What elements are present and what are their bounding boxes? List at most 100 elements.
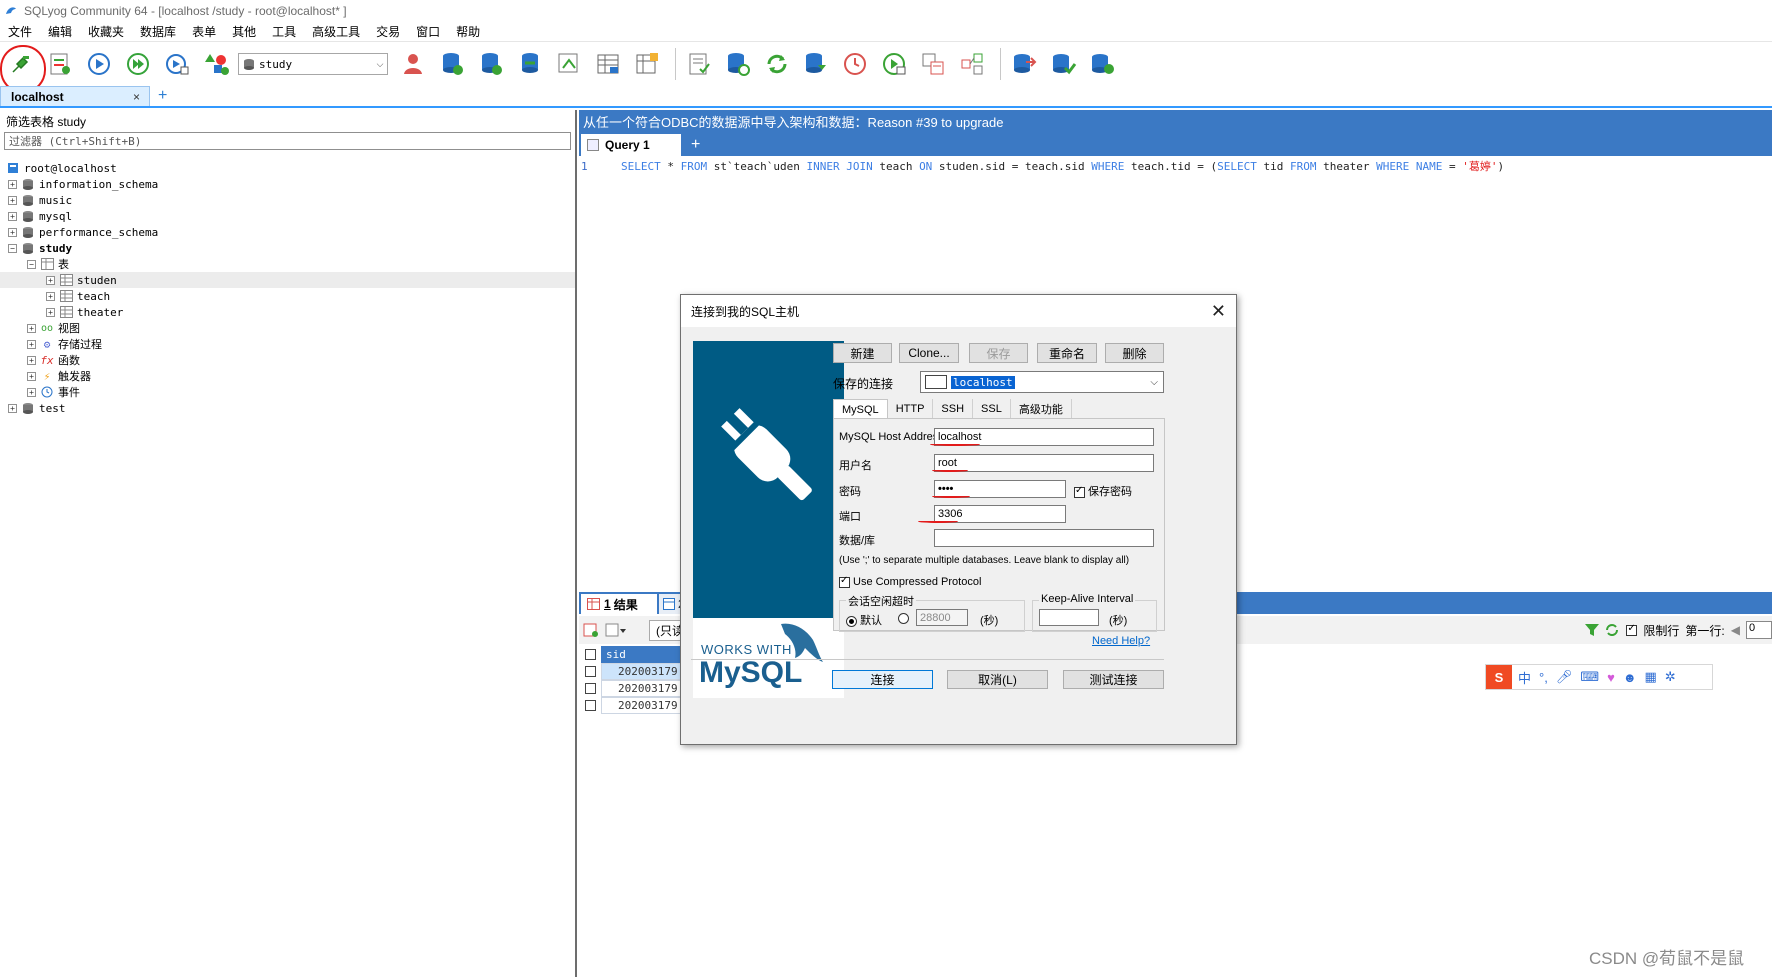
expand-icon[interactable]: + (46, 291, 55, 301)
microphone-icon[interactable]: 🎤︎ (1556, 669, 1573, 685)
tree-db-information-schema[interactable]: + information_schema (0, 176, 575, 192)
add-connection-tab-button[interactable]: + (158, 86, 167, 106)
column-header-sid[interactable]: sid (601, 646, 691, 663)
cell-sid[interactable]: 202003179 (601, 663, 691, 680)
row-checkbox[interactable] (579, 683, 601, 694)
connect-button[interactable]: 连接 (832, 670, 933, 689)
tree-db-test[interactable]: + test (0, 400, 575, 416)
menu-advanced-tools[interactable]: 高级工具 (312, 23, 360, 40)
filter-input[interactable]: 过滤器 (Ctrl+Shift+B) (4, 132, 571, 150)
expand-icon[interactable]: + (27, 323, 36, 333)
menu-transaction[interactable]: 交易 (376, 23, 400, 40)
default-timeout-option[interactable]: 默认 (846, 612, 882, 628)
tree-db-performance-schema[interactable]: + performance_schema (0, 224, 575, 240)
tree-folder-events[interactable]: + 事件 (0, 384, 575, 400)
user-manager-button[interactable] (396, 47, 430, 81)
row-checkbox[interactable] (579, 700, 601, 711)
restore-db-button[interactable] (721, 47, 755, 81)
close-icon[interactable]: × (133, 90, 149, 104)
expand-icon[interactable]: + (46, 275, 55, 285)
visual-diff-button[interactable] (955, 47, 989, 81)
expand-icon[interactable]: + (8, 403, 17, 413)
grid-options-icon[interactable] (605, 622, 627, 638)
toolbox-icon[interactable]: ▦ (1645, 669, 1657, 685)
test-connection-button[interactable]: 测试连接 (1063, 670, 1164, 689)
expand-icon[interactable]: + (27, 387, 36, 397)
skin-icon[interactable]: ♥ (1607, 670, 1615, 685)
sync-db-button[interactable] (1085, 47, 1119, 81)
punctuation-icon[interactable]: °, (1539, 670, 1548, 685)
menu-favorites[interactable]: 收藏夹 (88, 23, 124, 40)
menu-database[interactable]: 数据库 (140, 23, 176, 40)
collapse-icon[interactable]: − (8, 243, 17, 253)
tree-db-mysql[interactable]: + mysql (0, 208, 575, 224)
database-select[interactable]: study ⌵ (238, 53, 388, 75)
expand-icon[interactable]: + (8, 227, 17, 237)
database-input[interactable] (934, 529, 1154, 547)
table-data-button[interactable] (591, 47, 625, 81)
tree-folder-functions[interactable]: + fx 函数 (0, 352, 575, 368)
upgrade-banner[interactable]: 从任一个符合ODBC的数据源中导入架构和数据：Reason #39 to upg… (579, 110, 1772, 132)
close-icon[interactable]: ✕ (1211, 301, 1226, 322)
settings-icon[interactable]: ✲ (1665, 669, 1676, 685)
tab-query-1[interactable]: Query 1 (581, 134, 681, 156)
backup-db-button[interactable] (513, 47, 547, 81)
save-password-option[interactable]: 保存密码 (1074, 483, 1132, 499)
menu-window[interactable]: 窗口 (416, 23, 440, 40)
menu-table[interactable]: 表单 (192, 23, 216, 40)
limit-rows-checkbox[interactable] (1626, 623, 1638, 636)
ime-language[interactable]: 中 (1518, 668, 1531, 687)
tree-folder-views[interactable]: + oo 视图 (0, 320, 575, 336)
first-row-input[interactable]: 0 (1746, 621, 1772, 639)
copy-db-button[interactable] (799, 47, 833, 81)
tab-ssl[interactable]: SSL (973, 399, 1011, 419)
tree-folder-procedures[interactable]: + ⚙ 存储过程 (0, 336, 575, 352)
tab-advanced[interactable]: 高级功能 (1011, 399, 1072, 419)
execute-edit-button[interactable] (160, 47, 194, 81)
row-checkbox[interactable] (579, 666, 601, 677)
rename-button[interactable]: 重命名 (1037, 343, 1097, 363)
default-radio[interactable] (846, 615, 857, 627)
collapse-icon[interactable]: − (27, 259, 36, 269)
expand-icon[interactable]: + (8, 211, 17, 221)
keepalive-input[interactable] (1039, 609, 1099, 626)
notification-button[interactable] (877, 47, 911, 81)
execute-query-button[interactable] (82, 47, 116, 81)
cancel-button[interactable]: 取消(L) (947, 670, 1048, 689)
new-button[interactable]: 新建 (833, 343, 892, 363)
menu-edit[interactable]: 编辑 (48, 23, 72, 40)
table-structure-button[interactable] (630, 47, 664, 81)
new-query-button[interactable] (43, 47, 77, 81)
refresh-icon[interactable] (1604, 622, 1620, 638)
timeout-input[interactable]: 28800 (916, 609, 968, 626)
menu-other[interactable]: 其他 (232, 23, 256, 40)
expand-icon[interactable]: + (27, 371, 36, 381)
tree-table-teach[interactable]: + teach (0, 288, 575, 304)
menu-help[interactable]: 帮助 (456, 23, 480, 40)
custom-timeout-radio[interactable] (898, 612, 912, 624)
sync-schema-button[interactable] (916, 47, 950, 81)
emoji-icon[interactable]: ☻ (1623, 670, 1637, 685)
tab-mysql[interactable]: MySQL (833, 399, 888, 419)
save-button[interactable]: 保存 (969, 343, 1028, 363)
schema-designer-button[interactable] (199, 47, 233, 81)
menu-file[interactable]: 文件 (8, 23, 32, 40)
data-sync-button[interactable] (1007, 47, 1041, 81)
cell-sid[interactable]: 202003179 (601, 697, 691, 714)
select-all-checkbox[interactable] (579, 649, 601, 660)
export-grid-icon[interactable] (583, 622, 599, 638)
sql-scheduler-button[interactable] (682, 47, 716, 81)
scheduled-job-button[interactable] (838, 47, 872, 81)
query-builder-button[interactable] (552, 47, 586, 81)
save-password-checkbox[interactable] (1074, 485, 1085, 498)
migrate-button[interactable] (1046, 47, 1080, 81)
delete-button[interactable]: 删除 (1105, 343, 1164, 363)
new-connection-button[interactable] (0, 45, 46, 93)
tab-ssh[interactable]: SSH (933, 399, 974, 419)
filter-icon[interactable] (1584, 622, 1600, 638)
execute-all-button[interactable] (121, 47, 155, 81)
refresh-button[interactable] (760, 47, 794, 81)
tab-http[interactable]: HTTP (888, 399, 934, 419)
keyboard-icon[interactable]: ⌨ (1580, 669, 1599, 685)
menu-tools[interactable]: 工具 (272, 23, 296, 40)
